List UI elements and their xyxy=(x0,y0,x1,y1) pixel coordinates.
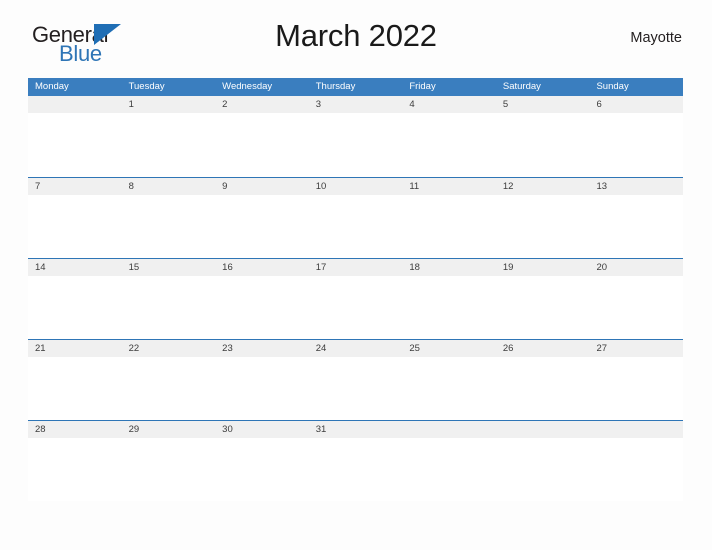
day-cell[interactable]: 26 xyxy=(495,340,590,420)
day-cell[interactable]: 17 xyxy=(308,259,403,339)
calendar-page: General Blue March 2022 Mayotte Monday T… xyxy=(0,0,712,550)
day-cell[interactable]: 7 xyxy=(28,178,122,258)
weekday-header-thursday: Thursday xyxy=(315,81,356,92)
day-cell[interactable]: 1 xyxy=(121,96,216,177)
day-cell[interactable]: 4 xyxy=(402,96,496,177)
day-cell[interactable] xyxy=(495,421,590,501)
day-number: 25 xyxy=(409,343,420,354)
week-row: 21 22 23 24 25 26 27 xyxy=(28,339,684,420)
day-number: 10 xyxy=(315,181,327,192)
day-number: 13 xyxy=(596,181,608,192)
day-number: 15 xyxy=(128,262,140,273)
weekday-header-row: Monday Tuesday Wednesday Thursday Friday… xyxy=(28,78,683,96)
day-number: 22 xyxy=(128,343,140,354)
day-cell[interactable]: 11 xyxy=(402,178,496,258)
weekday-header-tuesday: Tuesday xyxy=(128,81,165,92)
day-number: 2 xyxy=(222,99,228,110)
day-number: 4 xyxy=(409,99,415,110)
day-number: 9 xyxy=(222,181,228,192)
day-cell[interactable]: 9 xyxy=(215,178,309,258)
page-title: March 2022 xyxy=(275,18,437,53)
weekday-header-monday: Monday xyxy=(35,81,69,92)
day-number: 14 xyxy=(35,262,46,273)
day-cell[interactable]: 5 xyxy=(495,96,590,177)
day-number: 12 xyxy=(502,181,514,192)
day-cell[interactable]: 16 xyxy=(215,259,309,339)
day-cell[interactable]: 2 xyxy=(215,96,309,177)
day-number: 29 xyxy=(128,424,140,435)
day-number: 7 xyxy=(35,181,41,192)
day-cell[interactable]: 6 xyxy=(589,96,684,177)
day-cell[interactable]: 18 xyxy=(402,259,496,339)
day-cell[interactable]: 10 xyxy=(308,178,403,258)
day-cell[interactable]: 29 xyxy=(121,421,216,501)
day-number: 17 xyxy=(315,262,327,273)
day-number: 27 xyxy=(596,343,608,354)
day-cell[interactable]: 14 xyxy=(28,259,122,339)
day-cell[interactable]: 20 xyxy=(589,259,684,339)
day-cell[interactable]: 21 xyxy=(28,340,122,420)
day-number: 26 xyxy=(502,343,514,354)
week-row: 7 8 9 10 11 12 13 xyxy=(28,177,684,258)
day-number: 20 xyxy=(596,262,608,273)
day-cell[interactable]: 30 xyxy=(215,421,309,501)
region-label: Mayotte xyxy=(630,30,682,46)
day-cell[interactable]: 23 xyxy=(215,340,309,420)
day-cell[interactable] xyxy=(28,96,122,177)
day-cell[interactable]: 13 xyxy=(589,178,684,258)
day-number: 23 xyxy=(222,343,233,354)
week-row: 14 15 16 17 18 19 20 xyxy=(28,258,684,339)
day-cell[interactable]: 24 xyxy=(308,340,403,420)
weekday-header-sunday: Sunday xyxy=(596,81,629,92)
day-cell[interactable]: 28 xyxy=(28,421,122,501)
weekday-header-saturday: Saturday xyxy=(502,81,541,92)
day-number: 18 xyxy=(409,262,420,273)
week-row: 1 2 3 4 5 6 xyxy=(28,96,684,177)
day-number: 5 xyxy=(502,99,509,110)
day-number: 1 xyxy=(128,99,134,110)
weekday-header-wednesday: Wednesday xyxy=(222,81,273,92)
day-cell[interactable]: 19 xyxy=(495,259,590,339)
day-cell[interactable]: 3 xyxy=(308,96,403,177)
day-cell[interactable]: 12 xyxy=(495,178,590,258)
day-number: 31 xyxy=(315,424,327,435)
day-cell[interactable] xyxy=(402,421,496,501)
day-number: 30 xyxy=(222,424,233,435)
day-number: 28 xyxy=(35,424,46,435)
day-cell[interactable] xyxy=(589,421,684,501)
day-number: 11 xyxy=(409,181,420,192)
week-row: 28 29 30 31 xyxy=(28,420,684,501)
day-cell[interactable]: 22 xyxy=(121,340,216,420)
day-cell[interactable]: 31 xyxy=(308,421,403,501)
day-number: 24 xyxy=(315,343,327,354)
day-cell[interactable]: 27 xyxy=(589,340,684,420)
day-number: 21 xyxy=(35,343,46,354)
day-number: 16 xyxy=(222,262,233,273)
weekday-header-friday: Friday xyxy=(409,81,436,92)
day-number: 8 xyxy=(128,181,134,192)
calendar-grid: Monday Tuesday Wednesday Thursday Friday… xyxy=(28,78,684,501)
day-cell[interactable]: 8 xyxy=(121,178,216,258)
day-cell[interactable]: 15 xyxy=(121,259,216,339)
day-number: 19 xyxy=(502,262,514,273)
day-number: 6 xyxy=(596,99,602,110)
day-number: 3 xyxy=(315,99,322,110)
day-cell[interactable]: 25 xyxy=(402,340,496,420)
page-header: General Blue March 2022 Mayotte xyxy=(28,0,684,66)
